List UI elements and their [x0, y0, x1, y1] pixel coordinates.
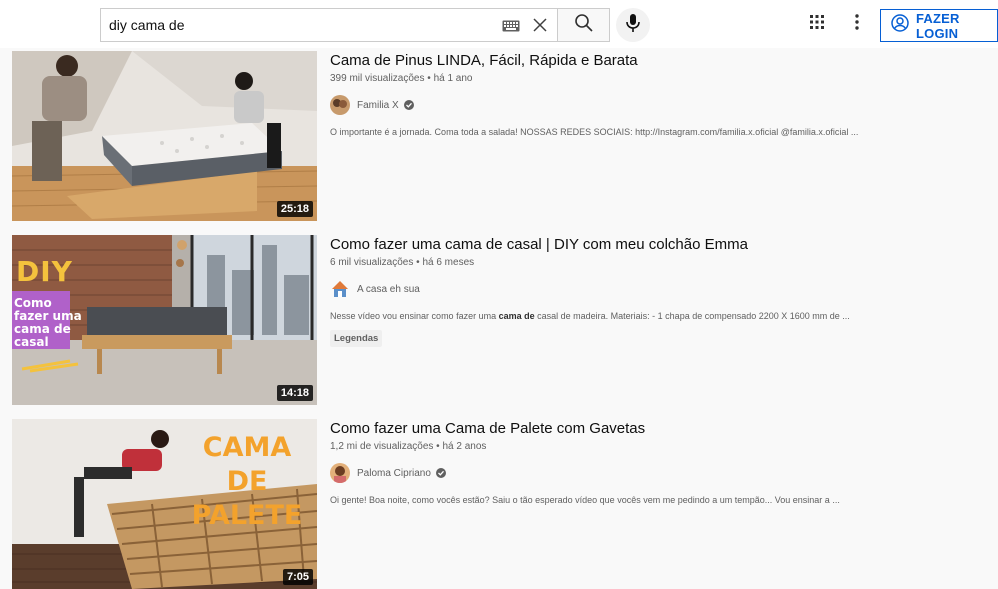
login-button[interactable]: FAZER LOGIN: [880, 9, 998, 42]
upload-age: há 2 anos: [442, 441, 487, 452]
video-meta: 1,2 mi de visualizações • há 2 anos: [330, 441, 990, 452]
channel-link[interactable]: Familia X: [330, 95, 990, 115]
channel-avatar: [330, 463, 350, 483]
meta-separator: •: [424, 73, 434, 84]
thumbnail-caption-line: PALETE: [191, 500, 303, 531]
description-highlight: cama de: [498, 311, 535, 321]
video-description: Oi gente! Boa noite, como vocês estão? S…: [330, 495, 840, 505]
view-count: 6 mil visualizações: [330, 257, 414, 268]
video-description: Nesse vídeo vou ensinar como fazer uma c…: [330, 311, 990, 321]
video-thumbnail[interactable]: CAMA DE PALETE 7:05: [12, 419, 317, 589]
search-box: [100, 8, 558, 42]
channel-link[interactable]: Paloma Cipriano: [330, 463, 990, 483]
video-description: O importante é a jornada. Coma toda a sa…: [330, 127, 859, 137]
channel-link[interactable]: A casa eh sua: [330, 279, 990, 299]
verified-icon: [435, 468, 446, 478]
upload-age: há 6 meses: [422, 257, 475, 268]
video-result[interactable]: CAMA DE PALETE 7:05 Como fazer uma Cama …: [12, 419, 992, 589]
channel-name[interactable]: Paloma Cipriano: [357, 468, 431, 479]
keyboard-icon[interactable]: [502, 19, 520, 32]
apps-button[interactable]: [805, 12, 829, 36]
verified-icon: [403, 100, 414, 110]
video-title[interactable]: Como fazer uma cama de casal | DIY com m…: [330, 235, 990, 255]
video-info: Cama de Pinus LINDA, Fácil, Rápida e Bar…: [330, 51, 990, 137]
search-icon: [574, 13, 594, 38]
video-thumbnail[interactable]: 25:18: [12, 51, 317, 221]
view-count: 399 mil visualizações: [330, 73, 425, 84]
close-icon[interactable]: [528, 13, 552, 37]
search-input[interactable]: [101, 17, 502, 33]
view-count: 1,2 mi de visualizações: [330, 441, 434, 452]
more-vert-icon: [855, 13, 859, 35]
search-button[interactable]: [557, 8, 610, 42]
video-duration: 25:18: [276, 201, 313, 217]
description-text: casal de madeira. Materiais: - 1 chapa d…: [534, 311, 850, 321]
channel-avatar: [330, 279, 350, 299]
captions-badge: Legendas: [330, 330, 383, 347]
channel-name[interactable]: Familia X: [357, 100, 399, 111]
video-info: Como fazer uma cama de casal | DIY com m…: [330, 235, 990, 347]
video-title[interactable]: Cama de Pinus LINDA, Fácil, Rápida e Bar…: [330, 51, 990, 71]
thumbnail-image: [12, 51, 317, 221]
upload-age: há 1 ano: [433, 73, 473, 84]
thumbnail-floor: [12, 377, 317, 405]
description-text: Nesse vídeo vou ensinar como fazer uma: [330, 311, 499, 321]
thumbnail-caption-line: casal: [14, 335, 49, 349]
video-thumbnail[interactable]: DIY Como fazer uma cama de casal 14:18: [12, 235, 317, 405]
microphone-icon: [625, 13, 641, 38]
apps-grid-icon: [809, 14, 825, 35]
more-options-button[interactable]: [845, 12, 869, 36]
video-duration: 14:18: [276, 385, 313, 401]
video-title[interactable]: Como fazer uma Cama de Palete com Gaveta…: [330, 419, 990, 439]
voice-search-button[interactable]: [616, 8, 650, 42]
top-bar: FAZER LOGIN: [0, 0, 998, 48]
video-meta: 399 mil visualizações • há 1 ano: [330, 73, 990, 84]
thumbnail-caption: Como fazer uma cama de casal: [14, 297, 124, 349]
video-result[interactable]: DIY Como fazer uma cama de casal 14:18 C…: [12, 235, 992, 405]
video-meta: 6 mil visualizações • há 6 meses: [330, 257, 990, 268]
thumbnail-caption: CAMA DE PALETE: [178, 431, 316, 533]
thumbnail-text-diy: DIY: [16, 255, 73, 288]
login-label: FAZER LOGIN: [916, 10, 960, 41]
thumbnail-underline: [21, 359, 79, 373]
account-circle-icon: [891, 14, 909, 37]
video-duration: 7:05: [282, 569, 313, 585]
channel-avatar: [330, 95, 350, 115]
video-result[interactable]: 25:18 Cama de Pinus LINDA, Fácil, Rápida…: [12, 51, 992, 221]
video-info: Como fazer uma Cama de Palete com Gaveta…: [330, 419, 990, 505]
thumbnail-caption-line: CAMA DE: [202, 432, 292, 497]
channel-name[interactable]: A casa eh sua: [357, 284, 420, 295]
